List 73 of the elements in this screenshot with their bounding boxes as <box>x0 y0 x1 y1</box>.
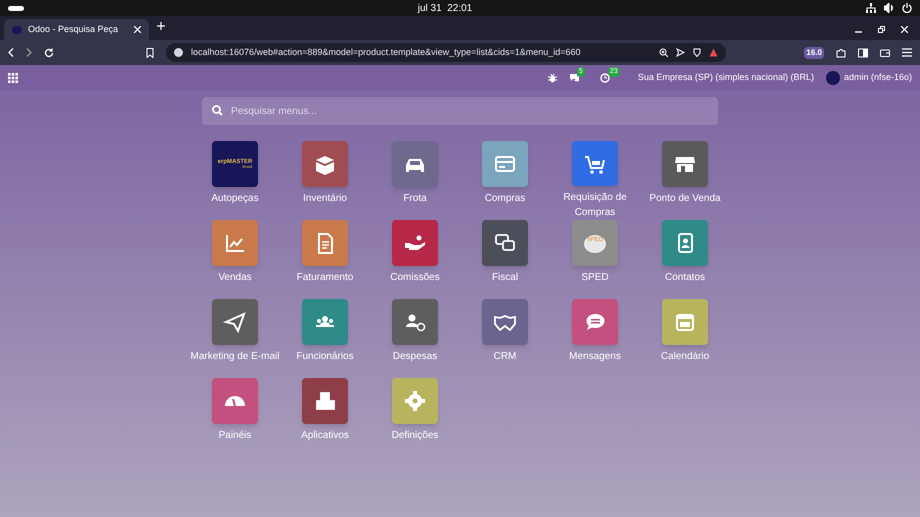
app-tile[interactable] <box>482 220 528 266</box>
app-tile[interactable] <box>392 220 438 266</box>
app-label[interactable]: Autopeças <box>211 191 259 206</box>
app-label[interactable]: Comissões <box>390 270 440 285</box>
app-tile[interactable] <box>302 141 348 187</box>
extension-badge[interactable]: 16.0 <box>804 46 824 58</box>
zoom-icon[interactable] <box>659 48 668 57</box>
shield-icon[interactable] <box>693 48 701 57</box>
network-icon[interactable] <box>866 3 876 13</box>
app-tile[interactable] <box>392 378 438 424</box>
app-tile[interactable] <box>572 299 618 345</box>
power-icon[interactable] <box>902 3 912 13</box>
user-menu[interactable]: admin (nfse-16o) <box>826 70 912 84</box>
new-tab-icon[interactable] <box>157 22 165 30</box>
info-icon <box>174 48 183 57</box>
sidebar-icon[interactable] <box>858 48 868 58</box>
app-label[interactable]: Frota <box>403 191 427 206</box>
app-label[interactable]: Painéis <box>218 428 252 443</box>
back-icon[interactable] <box>8 48 14 57</box>
app-tile[interactable] <box>302 220 348 266</box>
app-tile[interactable] <box>392 141 438 187</box>
app-label[interactable]: Mensagens <box>569 349 621 364</box>
app-label[interactable]: Compras <box>484 191 526 206</box>
app-tile[interactable] <box>302 299 348 345</box>
app-label[interactable]: Requisição de Compras <box>550 190 640 220</box>
app-tile[interactable] <box>662 141 708 187</box>
chat-icon[interactable] <box>568 72 580 82</box>
reload-icon[interactable] <box>44 48 54 58</box>
app-tile[interactable] <box>482 299 528 345</box>
app-label[interactable]: CRM <box>494 349 516 364</box>
clock-icon[interactable] <box>600 72 610 82</box>
app-tile[interactable] <box>662 220 708 266</box>
app-tile[interactable] <box>392 299 438 345</box>
app-label[interactable]: Marketing de E-mail <box>190 349 280 364</box>
app-label[interactable]: Definições <box>392 428 438 443</box>
app-label[interactable]: Vendas <box>218 270 252 285</box>
wallet-icon[interactable] <box>880 48 890 58</box>
app-label[interactable]: Faturamento <box>296 270 354 285</box>
clock[interactable]: jul 31 22:01 <box>418 0 472 16</box>
app-tile[interactable] <box>212 220 258 266</box>
app-label[interactable]: Aplicativos <box>301 428 349 443</box>
activities-indicator[interactable] <box>8 6 24 10</box>
bookmark-icon[interactable] <box>146 48 154 58</box>
app-label[interactable]: Funcionários <box>296 349 354 364</box>
forward-icon[interactable] <box>26 48 32 57</box>
search-icon <box>212 105 223 116</box>
app-tile[interactable] <box>482 141 528 187</box>
app-label[interactable]: SPED <box>581 270 609 285</box>
menu-icon[interactable] <box>902 48 912 57</box>
address-bar[interactable]: localhost:16076/web#action=889&model=product.template&view_type=list&cids=1&menu_id=660 <box>166 43 726 62</box>
app-tile[interactable] <box>212 378 258 424</box>
company-switcher[interactable]: Sua Empresa (SP) (simples nacional) (BRL) <box>638 70 814 84</box>
app-tile[interactable] <box>212 299 258 345</box>
apps-menu-icon[interactable] <box>8 72 18 82</box>
app-label[interactable]: Inventário <box>303 191 347 206</box>
triangle-icon[interactable] <box>709 48 718 57</box>
send-icon[interactable] <box>676 48 685 57</box>
app-label[interactable]: Contatos <box>664 270 706 285</box>
app-tile[interactable] <box>662 299 708 345</box>
favicon-icon <box>12 26 22 34</box>
volume-icon[interactable] <box>884 3 894 13</box>
app-label[interactable]: Fiscal <box>492 270 518 285</box>
app-label[interactable]: Calendário <box>660 349 710 364</box>
avatar-icon <box>826 70 840 84</box>
browser-tab[interactable]: Odoo - Pesquisa Peça <box>4 19 149 40</box>
close-icon[interactable] <box>134 26 141 33</box>
app-tile[interactable] <box>302 378 348 424</box>
restore-icon[interactable] <box>878 26 885 33</box>
app-tile[interactable] <box>572 141 618 186</box>
bug-icon[interactable] <box>548 72 557 82</box>
app-label[interactable]: Despesas <box>392 349 438 364</box>
close-window-icon[interactable] <box>901 26 908 33</box>
app-label[interactable]: Ponto de Venda <box>649 191 721 206</box>
